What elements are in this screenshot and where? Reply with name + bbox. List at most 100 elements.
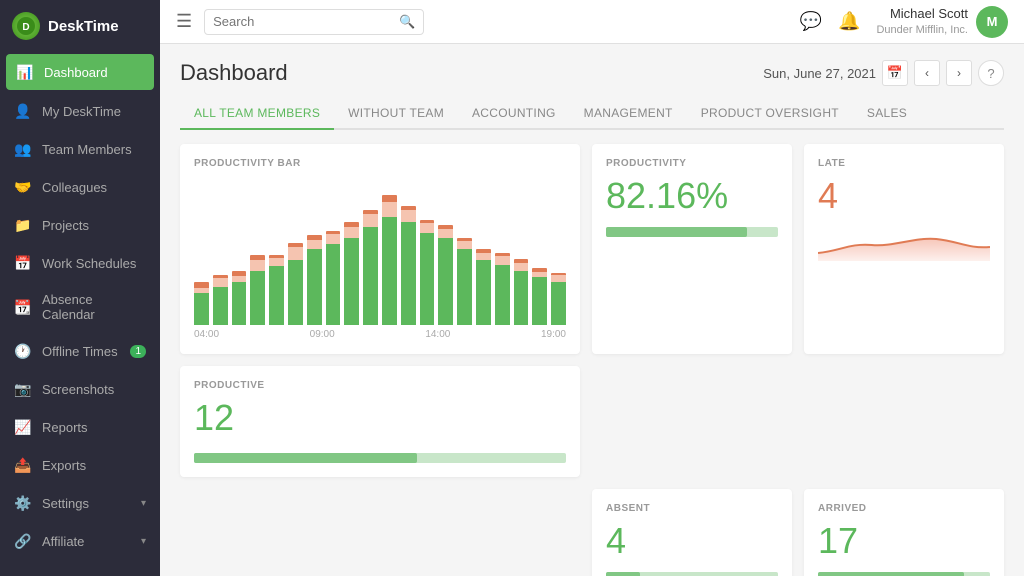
tab-sales[interactable]: SALES bbox=[853, 98, 921, 130]
page-title: Dashboard bbox=[180, 60, 288, 86]
search-icon: 🔍 bbox=[399, 14, 415, 30]
row-2: PRODUCTIVE 12 ABSENT 4 ARRIVED 17 bbox=[180, 366, 1004, 576]
sidebar-item-screenshots[interactable]: 📷 Screenshots bbox=[0, 370, 160, 408]
time-label-19: 19:00 bbox=[541, 329, 566, 340]
team-members-icon: 👥 bbox=[14, 140, 32, 158]
search-input[interactable] bbox=[213, 14, 393, 29]
logo-icon: D bbox=[12, 12, 40, 40]
time-label-14: 14:00 bbox=[425, 329, 450, 340]
offline-times-badge: 1 bbox=[130, 345, 146, 358]
sidebar-item-reports[interactable]: 📈 Reports bbox=[0, 408, 160, 446]
sidebar-item-label: Dashboard bbox=[44, 65, 108, 80]
sidebar-item-label: Team Members bbox=[42, 142, 132, 157]
sidebar-item-label: Exports bbox=[42, 458, 86, 473]
projects-icon: 📁 bbox=[14, 216, 32, 234]
next-date-button[interactable]: › bbox=[946, 60, 972, 86]
user-info: Michael Scott Dunder Mifflin, Inc. M bbox=[876, 6, 1008, 38]
sidebar-item-label: Screenshots bbox=[42, 382, 114, 397]
tab-product-oversight[interactable]: PRODUCT OVERSIGHT bbox=[687, 98, 853, 130]
arrived-bar-fill bbox=[818, 572, 964, 576]
sidebar-item-colleagues[interactable]: 🤝 Colleagues bbox=[0, 168, 160, 206]
hamburger-icon[interactable]: ☰ bbox=[176, 11, 192, 32]
productivity-value: 82.16% bbox=[606, 175, 778, 217]
sidebar-item-label: Settings bbox=[42, 496, 89, 511]
settings-icon: ⚙️ bbox=[14, 494, 32, 512]
absent-bar bbox=[606, 572, 778, 576]
bell-icon[interactable]: 🔔 bbox=[838, 11, 860, 32]
productive-value: 12 bbox=[194, 397, 566, 439]
dashboard-tabs: ALL TEAM MEMBERS WITHOUT TEAM ACCOUNTING… bbox=[180, 98, 1004, 130]
sidebar-item-label: Absence Calendar bbox=[42, 292, 146, 322]
absent-value: 4 bbox=[606, 520, 778, 562]
tab-management[interactable]: MANAGEMENT bbox=[570, 98, 687, 130]
sidebar-item-dashboard[interactable]: 📊 Dashboard bbox=[6, 54, 154, 90]
svg-text:D: D bbox=[22, 22, 29, 33]
bar-chart bbox=[194, 175, 566, 325]
date-display: Sun, June 27, 2021 bbox=[763, 66, 876, 81]
chevron-down-icon: ▾ bbox=[141, 536, 146, 547]
absence-calendar-icon: 📆 bbox=[14, 298, 32, 316]
sidebar-item-label: Projects bbox=[42, 218, 89, 233]
main-content: ☰ 🔍 💬 🔔 Michael Scott Dunder Mifflin, In… bbox=[160, 0, 1024, 576]
logo: D DeskTime bbox=[0, 0, 160, 52]
sidebar-item-offline-times[interactable]: 🕐 Offline Times 1 bbox=[0, 332, 160, 370]
sidebar-item-label: Offline Times bbox=[42, 344, 118, 359]
tab-all-team-members[interactable]: ALL TEAM MEMBERS bbox=[180, 98, 334, 130]
calendar-icon[interactable]: 📅 bbox=[882, 60, 908, 86]
productivity-bar-widget: PRODUCTIVITY BAR 04:00 09:00 14:00 19:00 bbox=[180, 144, 580, 354]
sidebar-item-affiliate[interactable]: 🔗 Affiliate ▾ bbox=[0, 522, 160, 560]
productive-bar bbox=[194, 453, 566, 463]
tab-accounting[interactable]: ACCOUNTING bbox=[458, 98, 570, 130]
chart-label: PRODUCTIVITY BAR bbox=[194, 158, 566, 169]
arrived-bar bbox=[818, 572, 990, 576]
arrived-value: 17 bbox=[818, 520, 990, 562]
prev-date-button[interactable]: ‹ bbox=[914, 60, 940, 86]
arrived-label: ARRIVED bbox=[818, 503, 990, 514]
date-navigation: Sun, June 27, 2021 📅 ‹ › ? bbox=[763, 60, 1004, 86]
sidebar-item-exports[interactable]: 📤 Exports bbox=[0, 446, 160, 484]
productivity-bar bbox=[606, 227, 778, 237]
dashboard-header: Dashboard Sun, June 27, 2021 📅 ‹ › ? bbox=[180, 60, 1004, 86]
sidebar-item-my-desktime[interactable]: 👤 My DeskTime bbox=[0, 92, 160, 130]
sidebar-item-absence-calendar[interactable]: 📆 Absence Calendar bbox=[0, 282, 160, 332]
work-schedules-icon: 📅 bbox=[14, 254, 32, 272]
tab-without-team[interactable]: WITHOUT TEAM bbox=[334, 98, 458, 130]
late-value: 4 bbox=[818, 175, 990, 217]
offline-times-icon: 🕐 bbox=[14, 342, 32, 360]
chart-time-labels: 04:00 09:00 14:00 19:00 bbox=[194, 325, 566, 340]
user-company: Dunder Mifflin, Inc. bbox=[876, 23, 968, 37]
chevron-down-icon: ▾ bbox=[141, 498, 146, 509]
sidebar-item-team-members[interactable]: 👥 Team Members bbox=[0, 130, 160, 168]
sidebar-item-label: My DeskTime bbox=[42, 104, 121, 119]
help-icon[interactable]: ? bbox=[978, 60, 1004, 86]
absent-widget: ABSENT 4 bbox=[592, 489, 792, 576]
topbar: ☰ 🔍 💬 🔔 Michael Scott Dunder Mifflin, In… bbox=[160, 0, 1024, 44]
colleagues-icon: 🤝 bbox=[14, 178, 32, 196]
productive-widget: PRODUCTIVE 12 bbox=[180, 366, 580, 477]
sidebar-item-work-schedules[interactable]: 📅 Work Schedules bbox=[0, 244, 160, 282]
dashboard-icon: 📊 bbox=[16, 63, 34, 81]
late-sparkline bbox=[818, 225, 990, 261]
search-box[interactable]: 🔍 bbox=[204, 9, 424, 35]
sidebar-item-settings[interactable]: ⚙️ Settings ▾ bbox=[0, 484, 160, 522]
sidebar-item-projects[interactable]: 📁 Projects bbox=[0, 206, 160, 244]
reports-icon: 📈 bbox=[14, 418, 32, 436]
absent-bar-fill bbox=[606, 572, 640, 576]
time-label-09: 09:00 bbox=[310, 329, 335, 340]
user-text: Michael Scott Dunder Mifflin, Inc. bbox=[876, 6, 968, 37]
late-widget: LATE 4 bbox=[804, 144, 1004, 354]
productive-bar-fill bbox=[194, 453, 417, 463]
sidebar-item-label: Reports bbox=[42, 420, 88, 435]
sidebar: D DeskTime 📊 Dashboard 👤 My DeskTime 👥 T… bbox=[0, 0, 160, 576]
dashboard: Dashboard Sun, June 27, 2021 📅 ‹ › ? ALL… bbox=[160, 44, 1024, 576]
logo-text: DeskTime bbox=[48, 18, 119, 35]
row-1: PRODUCTIVITY BAR 04:00 09:00 14:00 19:00… bbox=[180, 144, 1004, 354]
productivity-widget: PRODUCTIVITY 82.16% bbox=[592, 144, 792, 354]
sidebar-item-label: Affiliate bbox=[42, 534, 84, 549]
avatar[interactable]: M bbox=[976, 6, 1008, 38]
time-label-04: 04:00 bbox=[194, 329, 219, 340]
chat-icon[interactable]: 💬 bbox=[800, 11, 822, 32]
late-label: LATE bbox=[818, 158, 990, 169]
productivity-bar-fill bbox=[606, 227, 747, 237]
exports-icon: 📤 bbox=[14, 456, 32, 474]
